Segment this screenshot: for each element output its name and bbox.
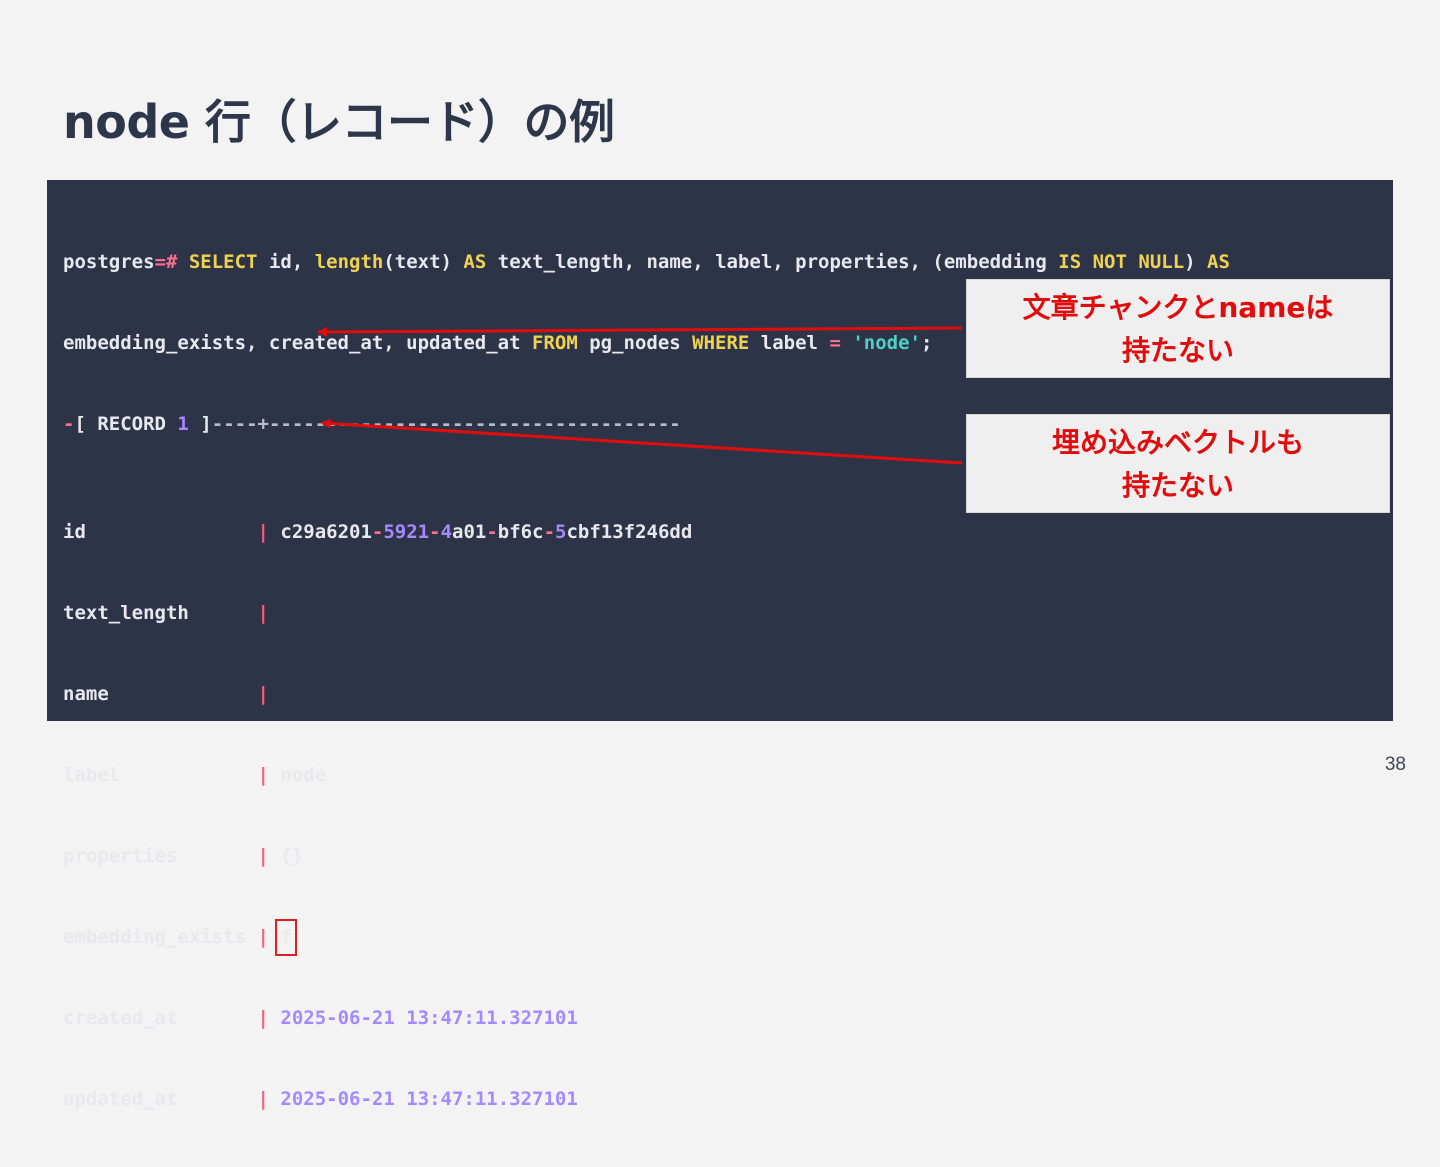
- column-separator: |: [257, 602, 269, 624]
- slide-title: node 行（レコード）の例: [63, 95, 615, 149]
- field-value: {}: [280, 845, 304, 867]
- uuid-number: 4: [440, 521, 453, 543]
- highlighted-value: f: [275, 919, 298, 956]
- field-value: c29a6201-5921-4a01-bf6c-5cbf13f246dd: [280, 521, 692, 543]
- record-row: created_at | 2025-06-21 13:47:11.327101: [63, 1005, 1230, 1032]
- field-name: updated_at: [63, 1088, 258, 1110]
- uuid-dash: -: [429, 521, 441, 543]
- column-separator: |: [257, 845, 269, 867]
- callout-line: 持たない: [1121, 333, 1234, 367]
- sql-text: text_length, name, label, properties, (e…: [486, 251, 1059, 273]
- sql-text: (text): [383, 251, 464, 273]
- record-label: [ RECORD: [74, 413, 178, 435]
- sql-text: label: [749, 332, 830, 354]
- column-separator: |: [257, 1088, 269, 1110]
- field-name: embedding_exists: [63, 926, 258, 948]
- sql-text: ;: [920, 332, 933, 354]
- column-separator: |: [257, 926, 269, 948]
- record-number: 1: [177, 413, 189, 435]
- uuid-text: bf6c: [497, 521, 544, 543]
- callout-no-embedding: 埋め込みベクトルも 持たない: [966, 414, 1390, 513]
- kw-select: SELECT: [188, 251, 258, 273]
- field-name: created_at: [63, 1007, 258, 1029]
- record-rule: ----+-----------------------------------…: [211, 413, 681, 435]
- field-name: id: [63, 521, 258, 543]
- record-row: embedding_exists | f: [63, 919, 1230, 956]
- kw-from: FROM: [532, 332, 578, 354]
- kw-is: IS: [1058, 251, 1082, 273]
- timestamp-value: 2025-06-21 13:47:11.327101: [280, 1088, 578, 1110]
- column-separator: |: [257, 1007, 269, 1029]
- sql-text: pg_nodes: [577, 332, 693, 354]
- prompt-op: =#: [154, 251, 178, 273]
- field-name: label: [63, 764, 258, 786]
- timestamp-value: 2025-06-21 13:47:11.327101: [280, 1007, 578, 1029]
- page-number: 38: [1384, 754, 1406, 775]
- record-row: id | c29a6201-5921-4a01-bf6c-5cbf13f246d…: [63, 519, 1230, 546]
- callout-line: 文章チャンクとnameは: [1022, 290, 1334, 324]
- kw-null: NULL: [1138, 251, 1185, 273]
- uuid-number: 5: [555, 521, 567, 543]
- prompt: postgres: [63, 251, 155, 273]
- field-name: name: [63, 683, 258, 705]
- record-row: text_length |: [63, 600, 1230, 627]
- sql-text: ): [1184, 251, 1208, 273]
- uuid-text: a01: [452, 521, 487, 543]
- kw-not: NOT: [1092, 251, 1127, 273]
- column-separator: |: [257, 683, 269, 705]
- kw-as: AS: [1207, 251, 1230, 273]
- string-literal: 'node': [852, 332, 921, 354]
- field-name: properties: [63, 845, 258, 867]
- op-eq: =: [829, 332, 841, 354]
- column-separator: |: [257, 521, 269, 543]
- record-dash: -: [63, 413, 75, 435]
- kw-where: WHERE: [692, 332, 750, 354]
- uuid-dash: -: [371, 521, 384, 543]
- field-name: text_length: [63, 602, 258, 624]
- query-line-1: postgres=# SELECT id, length(text) AS te…: [63, 249, 1230, 276]
- record-row: properties | {}: [63, 843, 1230, 870]
- kw-as: AS: [463, 251, 487, 273]
- record-label: ]: [188, 413, 212, 435]
- fn-length: length: [314, 251, 384, 273]
- field-value: node: [280, 764, 327, 786]
- column-separator: |: [257, 764, 269, 786]
- uuid-text: c29a6201: [280, 521, 372, 543]
- callout-line: 埋め込みベクトルも: [1051, 425, 1304, 459]
- record-row: name |: [63, 681, 1230, 708]
- callout-line: 持たない: [1121, 468, 1234, 502]
- uuid-text: cbf13f246dd: [566, 521, 693, 543]
- uuid-dash: -: [543, 521, 556, 543]
- record-row: label | node: [63, 762, 1230, 789]
- callout-no-text-name: 文章チャンクとnameは 持たない: [966, 279, 1390, 378]
- sql-text: id,: [257, 251, 315, 273]
- sql-text: embedding_exists, created_at, updated_at: [63, 332, 532, 354]
- uuid-dash: -: [486, 521, 498, 543]
- record-row: updated_at | 2025-06-21 13:47:11.327101: [63, 1086, 1230, 1113]
- uuid-number: 5921: [383, 521, 430, 543]
